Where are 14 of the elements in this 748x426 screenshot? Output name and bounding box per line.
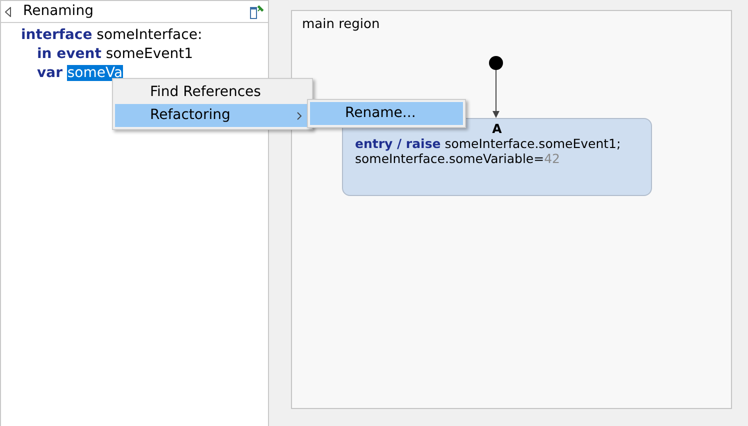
code-line: interface someInterface: (20, 26, 204, 46)
initial-state (489, 56, 503, 70)
state-name: A (491, 121, 503, 136)
transition-arrow (492, 70, 500, 118)
menu-item[interactable]: Find References (115, 81, 310, 104)
panel-title: Renaming (23, 2, 94, 21)
menu-item[interactable]: Rename... (310, 102, 463, 125)
code-line: in event someEvent1 (36, 45, 194, 64)
menu-item[interactable]: Refactoring (115, 104, 310, 127)
collapse-icon[interactable] (5, 6, 11, 16)
state-action: someInterface.someVariable=42 (355, 151, 561, 166)
pin-icon[interactable] (250, 4, 264, 19)
region-label: main region (302, 16, 380, 34)
state-action: entry / raise someInterface.someEvent1; (355, 136, 622, 151)
